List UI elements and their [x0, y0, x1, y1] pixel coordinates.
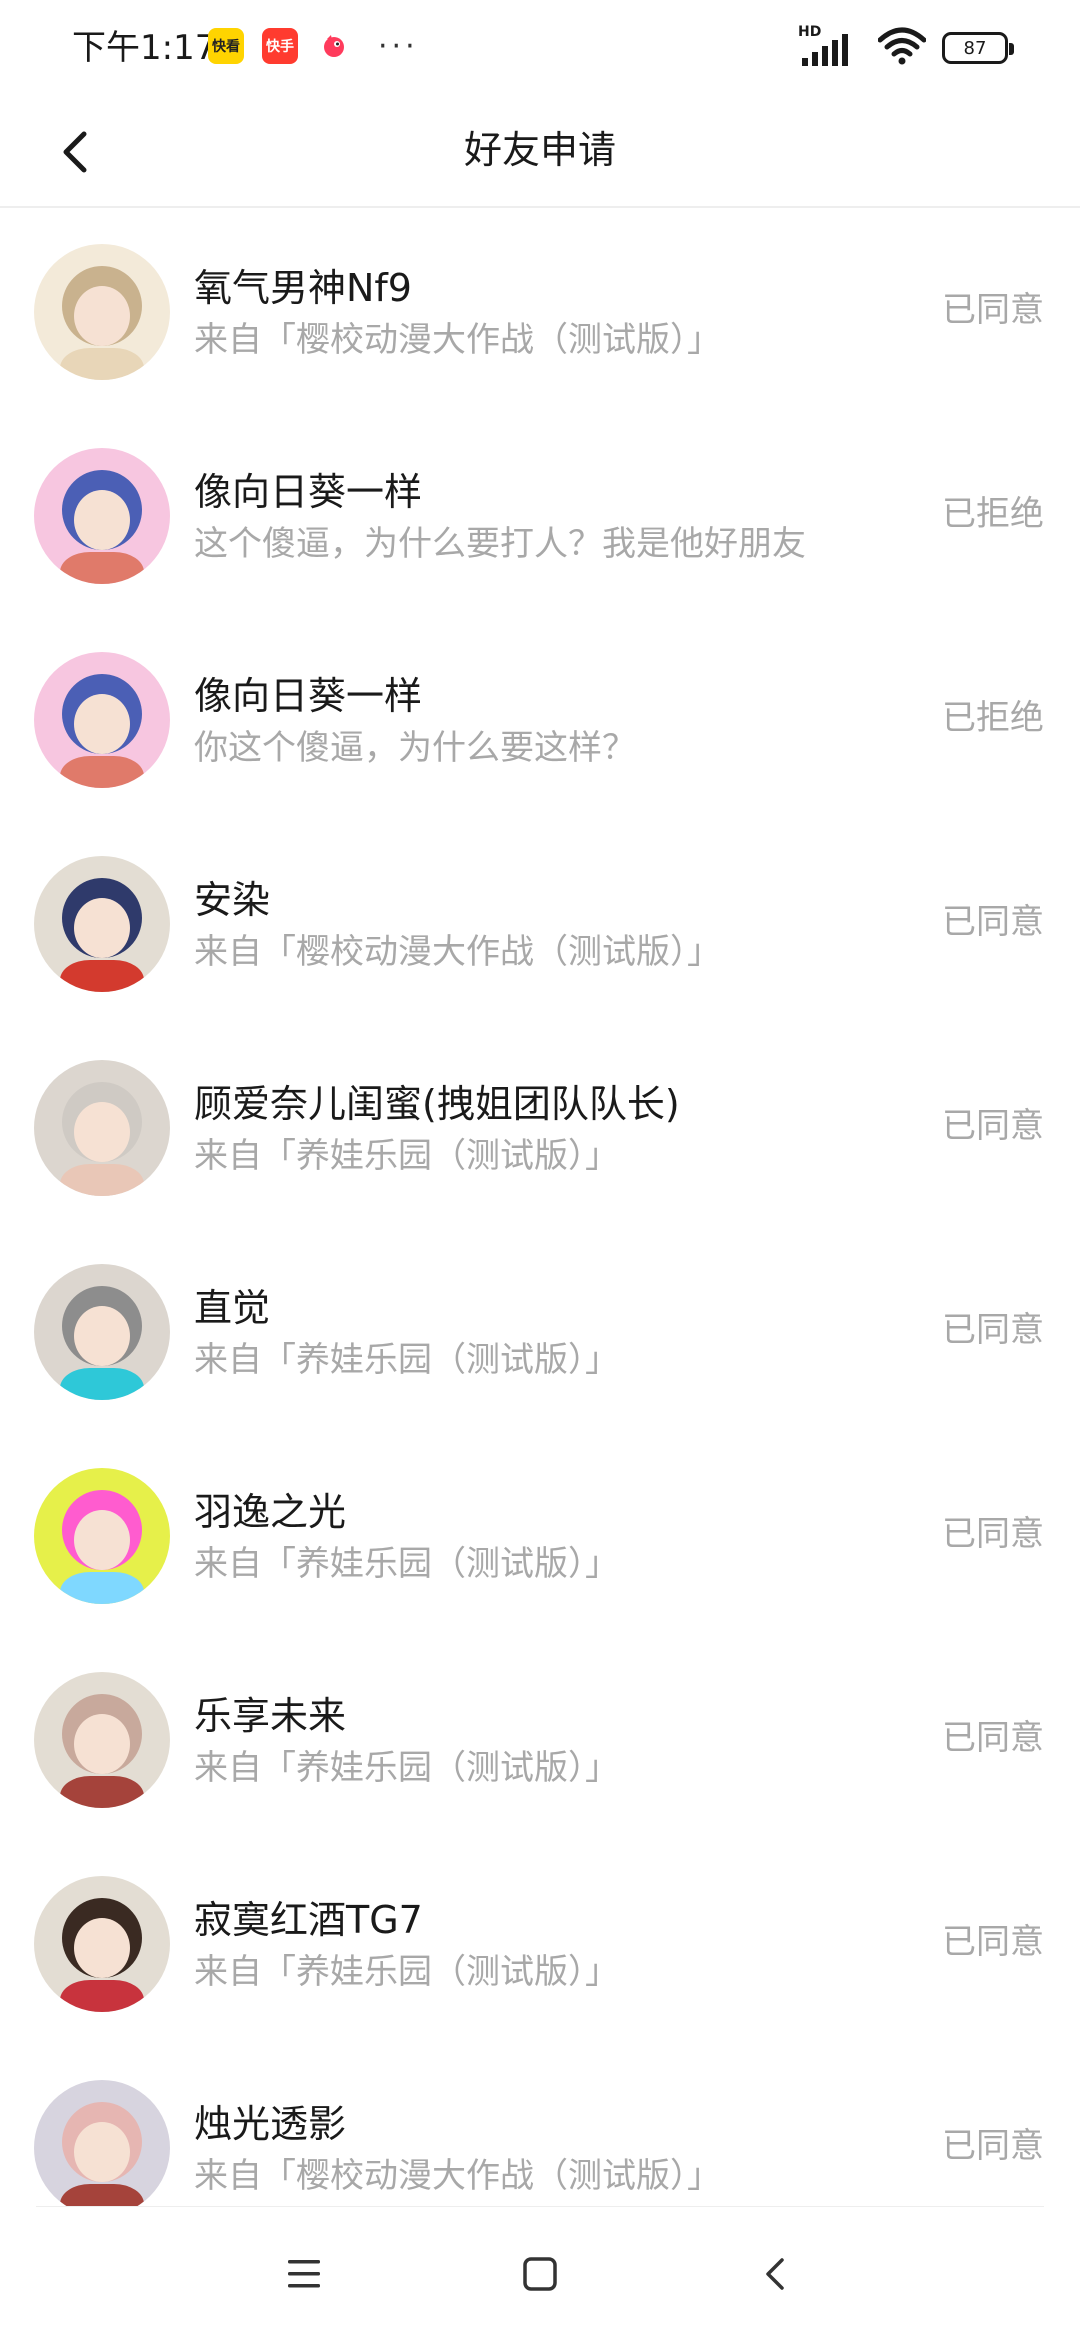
requester-name: 像向日葵一样	[194, 470, 423, 514]
requester-name: 氧气男神Nf9	[194, 266, 412, 310]
request-status: 已拒绝	[942, 494, 1044, 534]
status-time: 下午1:17	[72, 28, 217, 68]
requester-name: 顾爱奈儿闺蜜(拽姐团队队长)	[194, 1082, 680, 1126]
requester-name: 直觉	[194, 1286, 271, 1330]
status-bar: 下午1:17 快看 快手 ··· HD 87	[0, 0, 1080, 96]
friend-request-item[interactable]: 像向日葵一样 这个傻逼，为什么要打人？我是他好朋友 已拒绝	[0, 414, 1080, 618]
request-status: 已同意	[942, 2126, 1044, 2166]
request-message: 来自「樱校动漫大作战（测试版）」	[194, 320, 721, 360]
request-status: 已同意	[942, 902, 1044, 942]
avatar[interactable]	[34, 1060, 170, 1196]
avatar[interactable]	[34, 2080, 170, 2206]
request-message: 来自「养娃乐园（测试版）」	[194, 1544, 619, 1584]
request-message: 来自「樱校动漫大作战（测试版）」	[194, 2156, 721, 2196]
request-message: 你这个傻逼，为什么要这样？	[194, 728, 636, 768]
signal-icon: HD	[798, 24, 862, 68]
menu-icon	[288, 2260, 320, 2288]
request-message: 来自「养娃乐园（测试版）」	[194, 1340, 619, 1380]
status-notification-icons: 快看 快手 ···	[208, 28, 419, 64]
avatar[interactable]	[34, 652, 170, 788]
friend-request-item[interactable]: 羽逸之光 来自「养娃乐园（测试版）」 已同意	[0, 1434, 1080, 1638]
requester-name: 烛光透影	[194, 2102, 347, 2146]
request-message: 来自「养娃乐园（测试版）」	[194, 1136, 619, 1176]
home-icon	[523, 2257, 557, 2291]
more-notifications-icon: ···	[378, 28, 419, 64]
request-status: 已同意	[942, 290, 1044, 330]
request-message: 这个傻逼，为什么要打人？我是他好朋友	[194, 524, 806, 564]
requester-name: 像向日葵一样	[194, 674, 423, 718]
system-navigation-bar	[0, 2206, 1080, 2340]
friend-request-item[interactable]: 像向日葵一样 你这个傻逼，为什么要这样？ 已拒绝	[0, 618, 1080, 822]
request-status: 已拒绝	[942, 698, 1044, 738]
avatar[interactable]	[34, 1876, 170, 2012]
avatar[interactable]	[34, 856, 170, 992]
wifi-icon	[877, 26, 927, 70]
menu-button[interactable]	[268, 2238, 340, 2310]
requester-name: 安染	[194, 878, 271, 922]
friend-request-item[interactable]: 乐享未来 来自「养娃乐园（测试版）」 已同意	[0, 1638, 1080, 1842]
request-message: 来自「养娃乐园（测试版）」	[194, 1952, 619, 1992]
request-message: 来自「樱校动漫大作战（测试版）」	[194, 932, 721, 972]
status-indicators: HD 87	[798, 24, 1014, 70]
friend-request-item[interactable]: 寂寞红酒TG7 来自「养娃乐园（测试版）」 已同意	[0, 1842, 1080, 2046]
friend-request-list[interactable]: 氧气男神Nf9 来自「樱校动漫大作战（测试版）」 已同意 像向日葵一样 这个傻逼…	[0, 210, 1080, 2206]
kuaishou-app-icon: 快手	[262, 28, 298, 64]
request-status: 已同意	[942, 1718, 1044, 1758]
friend-request-item[interactable]: 烛光透影 来自「樱校动漫大作战（测试版）」 已同意	[0, 2046, 1080, 2206]
friend-request-item[interactable]: 顾爱奈儿闺蜜(拽姐团队队长) 来自「养娃乐园（测试版）」 已同意	[0, 1026, 1080, 1230]
bird-icon	[316, 28, 352, 64]
system-back-button[interactable]	[740, 2238, 812, 2310]
avatar[interactable]	[34, 1264, 170, 1400]
avatar[interactable]	[34, 1672, 170, 1808]
friend-request-item[interactable]: 氧气男神Nf9 来自「樱校动漫大作战（测试版）」 已同意	[0, 210, 1080, 414]
request-status: 已同意	[942, 1106, 1044, 1146]
avatar[interactable]	[34, 244, 170, 380]
avatar[interactable]	[34, 1468, 170, 1604]
page-title: 好友申请	[463, 128, 616, 172]
request-message: 来自「养娃乐园（测试版）」	[194, 1748, 619, 1788]
requester-name: 羽逸之光	[194, 1490, 347, 1534]
friend-request-item[interactable]: 直觉 来自「养娃乐园（测试版）」 已同意	[0, 1230, 1080, 1434]
back-icon	[766, 2258, 784, 2290]
requester-name: 寂寞红酒TG7	[194, 1898, 423, 1942]
request-status: 已同意	[942, 1310, 1044, 1350]
battery-icon: 87	[942, 32, 1014, 64]
home-button[interactable]	[504, 2238, 576, 2310]
page-header: 好友申请	[0, 96, 1080, 208]
battery-level: 87	[963, 37, 987, 59]
request-status: 已同意	[942, 1514, 1044, 1554]
avatar[interactable]	[34, 448, 170, 584]
requester-name: 乐享未来	[194, 1694, 347, 1738]
friend-request-item[interactable]: 安染 来自「樱校动漫大作战（测试版）」 已同意	[0, 822, 1080, 1026]
kuaikan-app-icon: 快看	[208, 28, 244, 64]
request-status: 已同意	[942, 1922, 1044, 1962]
divider	[36, 2206, 1044, 2207]
